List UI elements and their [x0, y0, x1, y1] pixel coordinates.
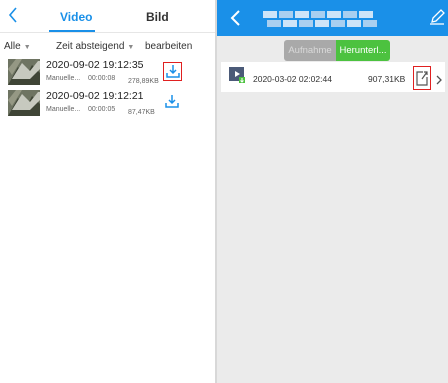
filter-all-label: Alle — [4, 41, 21, 52]
recording-row[interactable]: 2020-09-02 19:12:21 Manuelle... 00:00:05… — [0, 90, 215, 120]
downloads-panel: Video Bild Alle ▼ Zeit absteigend ▼ bearbe… — [0, 0, 215, 383]
recording-type: Manuelle... — [46, 75, 81, 82]
filter-all-dropdown[interactable]: Alle ▼ — [4, 41, 31, 52]
tab-bild[interactable]: Bild — [146, 10, 169, 24]
file-size: 907,31KB — [368, 74, 406, 84]
chevron-left-icon — [8, 7, 17, 23]
recording-size: 278,89KB — [128, 78, 159, 85]
sort-label: Zeit absteigend — [56, 41, 125, 52]
share-button[interactable] — [413, 66, 431, 90]
edit-button[interactable] — [429, 9, 445, 25]
obscured-title — [263, 11, 383, 27]
left-header: Video Bild — [0, 0, 215, 32]
recording-row[interactable]: 2020-09-02 19:12:35 Manuelle... 00:00:08… — [0, 59, 215, 89]
file-row[interactable]: 2020-03-02 02:02:44 907,31KB — [221, 62, 445, 92]
download-icon — [166, 65, 180, 78]
download-button[interactable] — [163, 93, 182, 112]
share-icon — [416, 71, 428, 86]
chevron-right-icon[interactable] — [435, 72, 443, 85]
recording-type: Manuelle... — [46, 106, 81, 113]
segment-heruntergeladen[interactable]: Herunterl... — [336, 40, 390, 61]
tab-video[interactable]: Video — [60, 10, 92, 24]
caret-down-icon: ▼ — [127, 44, 135, 51]
recording-thumbnail — [8, 90, 40, 116]
pencil-icon — [430, 9, 445, 25]
recording-thumbnail — [8, 59, 40, 85]
recording-datetime: 2020-09-02 19:12:35 — [46, 59, 144, 71]
file-manager-panel: Aufnahme Herunterl... 2020-03-02 02:02:4… — [217, 0, 448, 383]
download-icon — [165, 95, 179, 108]
filter-bar: Alle ▼ Zeit absteigend ▼ bearbeiten — [0, 33, 215, 57]
recording-duration: 00:00:08 — [88, 75, 116, 82]
back-button[interactable] — [6, 6, 22, 24]
recording-size: 87,47KB — [128, 109, 155, 116]
caret-down-icon: ▼ — [23, 44, 31, 51]
sort-dropdown[interactable]: Zeit absteigend ▼ — [56, 41, 134, 52]
recording-datetime: 2020-09-02 19:12:21 — [46, 90, 144, 102]
file-datetime: 2020-03-02 02:02:44 — [253, 74, 332, 84]
back-button[interactable] — [229, 10, 243, 26]
video-file-icon — [229, 67, 245, 83]
right-header — [217, 0, 448, 36]
recording-duration: 00:00:05 — [88, 106, 116, 113]
edit-button[interactable]: bearbeiten — [145, 41, 192, 52]
chevron-left-icon — [230, 10, 240, 26]
segment-aufnahme[interactable]: Aufnahme — [284, 40, 336, 61]
download-button[interactable] — [163, 62, 182, 81]
